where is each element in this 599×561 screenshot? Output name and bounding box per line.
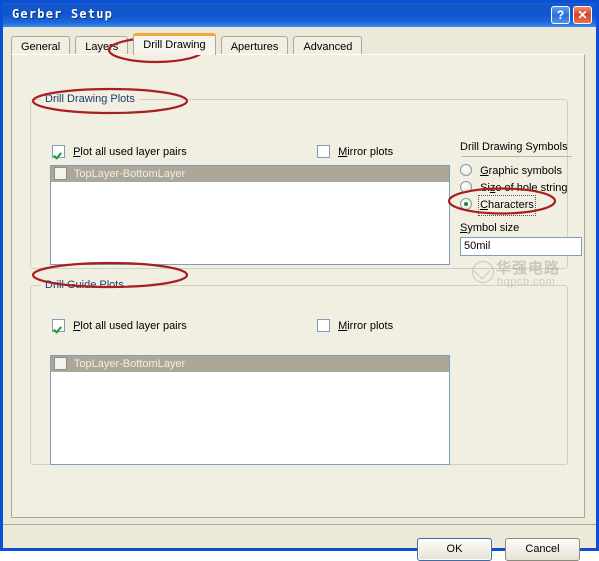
list-item[interactable]: TopLayer-BottomLayer xyxy=(51,356,449,372)
checkbox-label: Mirror plots xyxy=(338,146,394,158)
radio-label: Graphic symbols xyxy=(480,165,562,177)
tab-general[interactable]: General xyxy=(11,36,71,56)
drill-drawing-symbols-heading: Drill Drawing Symbols xyxy=(460,141,568,153)
list-item-checkbox[interactable] xyxy=(54,357,67,370)
help-icon[interactable]: ? xyxy=(551,6,570,24)
list-item-label: TopLayer-BottomLayer xyxy=(73,358,186,370)
checkbox-label: Plot all used layer pairs xyxy=(73,320,187,332)
list-item[interactable]: TopLayer-BottomLayer xyxy=(51,166,449,182)
radio-label: Size of hole string xyxy=(480,182,568,194)
checkbox-label: Mirror plots xyxy=(338,320,394,332)
radio-button xyxy=(460,181,472,193)
checkbox-label: Plot all used layer pairs xyxy=(73,146,187,158)
mirror-plots-checkbox-plots[interactable]: Mirror plots xyxy=(317,145,393,160)
list-item-checkbox[interactable] xyxy=(54,167,67,180)
checkbox-box xyxy=(52,145,65,158)
window-title: Gerber Setup xyxy=(12,7,114,21)
drill-guide-layer-pair-list[interactable]: TopLayer-BottomLayer xyxy=(50,355,450,465)
mirror-plots-checkbox-guide[interactable]: Mirror plots xyxy=(317,319,393,334)
drill-guide-plots-title: Drill Guide Plots xyxy=(41,279,128,291)
symbol-size-label: Symbol size xyxy=(460,222,520,234)
symbol-size-input[interactable]: 50mil xyxy=(460,237,582,256)
close-icon[interactable]: ✕ xyxy=(573,6,592,24)
title-bar[interactable]: Gerber Setup ? ✕ xyxy=(3,3,596,27)
tab-layers[interactable]: Layers xyxy=(75,36,129,56)
drill-drawing-layer-pair-list[interactable]: TopLayer-BottomLayer xyxy=(50,165,450,265)
cancel-button[interactable]: Cancel xyxy=(505,538,580,561)
radio-size-of-hole-string[interactable]: Size of hole string xyxy=(460,180,584,197)
checkbox-box xyxy=(317,145,330,158)
plot-all-used-layer-pairs-checkbox-plots[interactable]: Plot all used layer pairs xyxy=(52,145,187,160)
radio-label: Characters xyxy=(478,195,536,216)
tab-advanced[interactable]: Advanced xyxy=(293,36,363,56)
checkbox-box xyxy=(317,319,330,332)
drill-drawing-tab-panel: Drill Drawing Plots Plot all used layer … xyxy=(11,54,585,518)
list-item-label: TopLayer-BottomLayer xyxy=(73,168,186,180)
drill-drawing-plots-title: Drill Drawing Plots xyxy=(41,93,139,105)
radio-button xyxy=(460,198,472,210)
dialog-body: General Layers Drill Drawing Apertures A… xyxy=(3,27,596,561)
gerber-setup-dialog: Gerber Setup ? ✕ General Layers Drill Dr… xyxy=(0,0,599,561)
ok-button[interactable]: OK xyxy=(417,538,492,561)
button-bar: OK Cancel xyxy=(3,527,596,561)
drill-drawing-symbols-panel: Drill Drawing Symbols Graphic symbols Si… xyxy=(460,141,584,256)
tab-apertures[interactable]: Apertures xyxy=(220,36,289,56)
radio-button xyxy=(460,164,472,176)
divider xyxy=(462,156,572,157)
plot-all-used-layer-pairs-checkbox-guide[interactable]: Plot all used layer pairs xyxy=(52,319,187,334)
radio-characters[interactable]: Characters xyxy=(460,195,584,216)
tab-drill-drawing[interactable]: Drill Drawing xyxy=(133,33,216,55)
tab-strip: General Layers Drill Drawing Apertures A… xyxy=(11,33,364,56)
radio-graphic-symbols[interactable]: Graphic symbols xyxy=(460,163,584,180)
checkbox-box xyxy=(52,319,65,332)
